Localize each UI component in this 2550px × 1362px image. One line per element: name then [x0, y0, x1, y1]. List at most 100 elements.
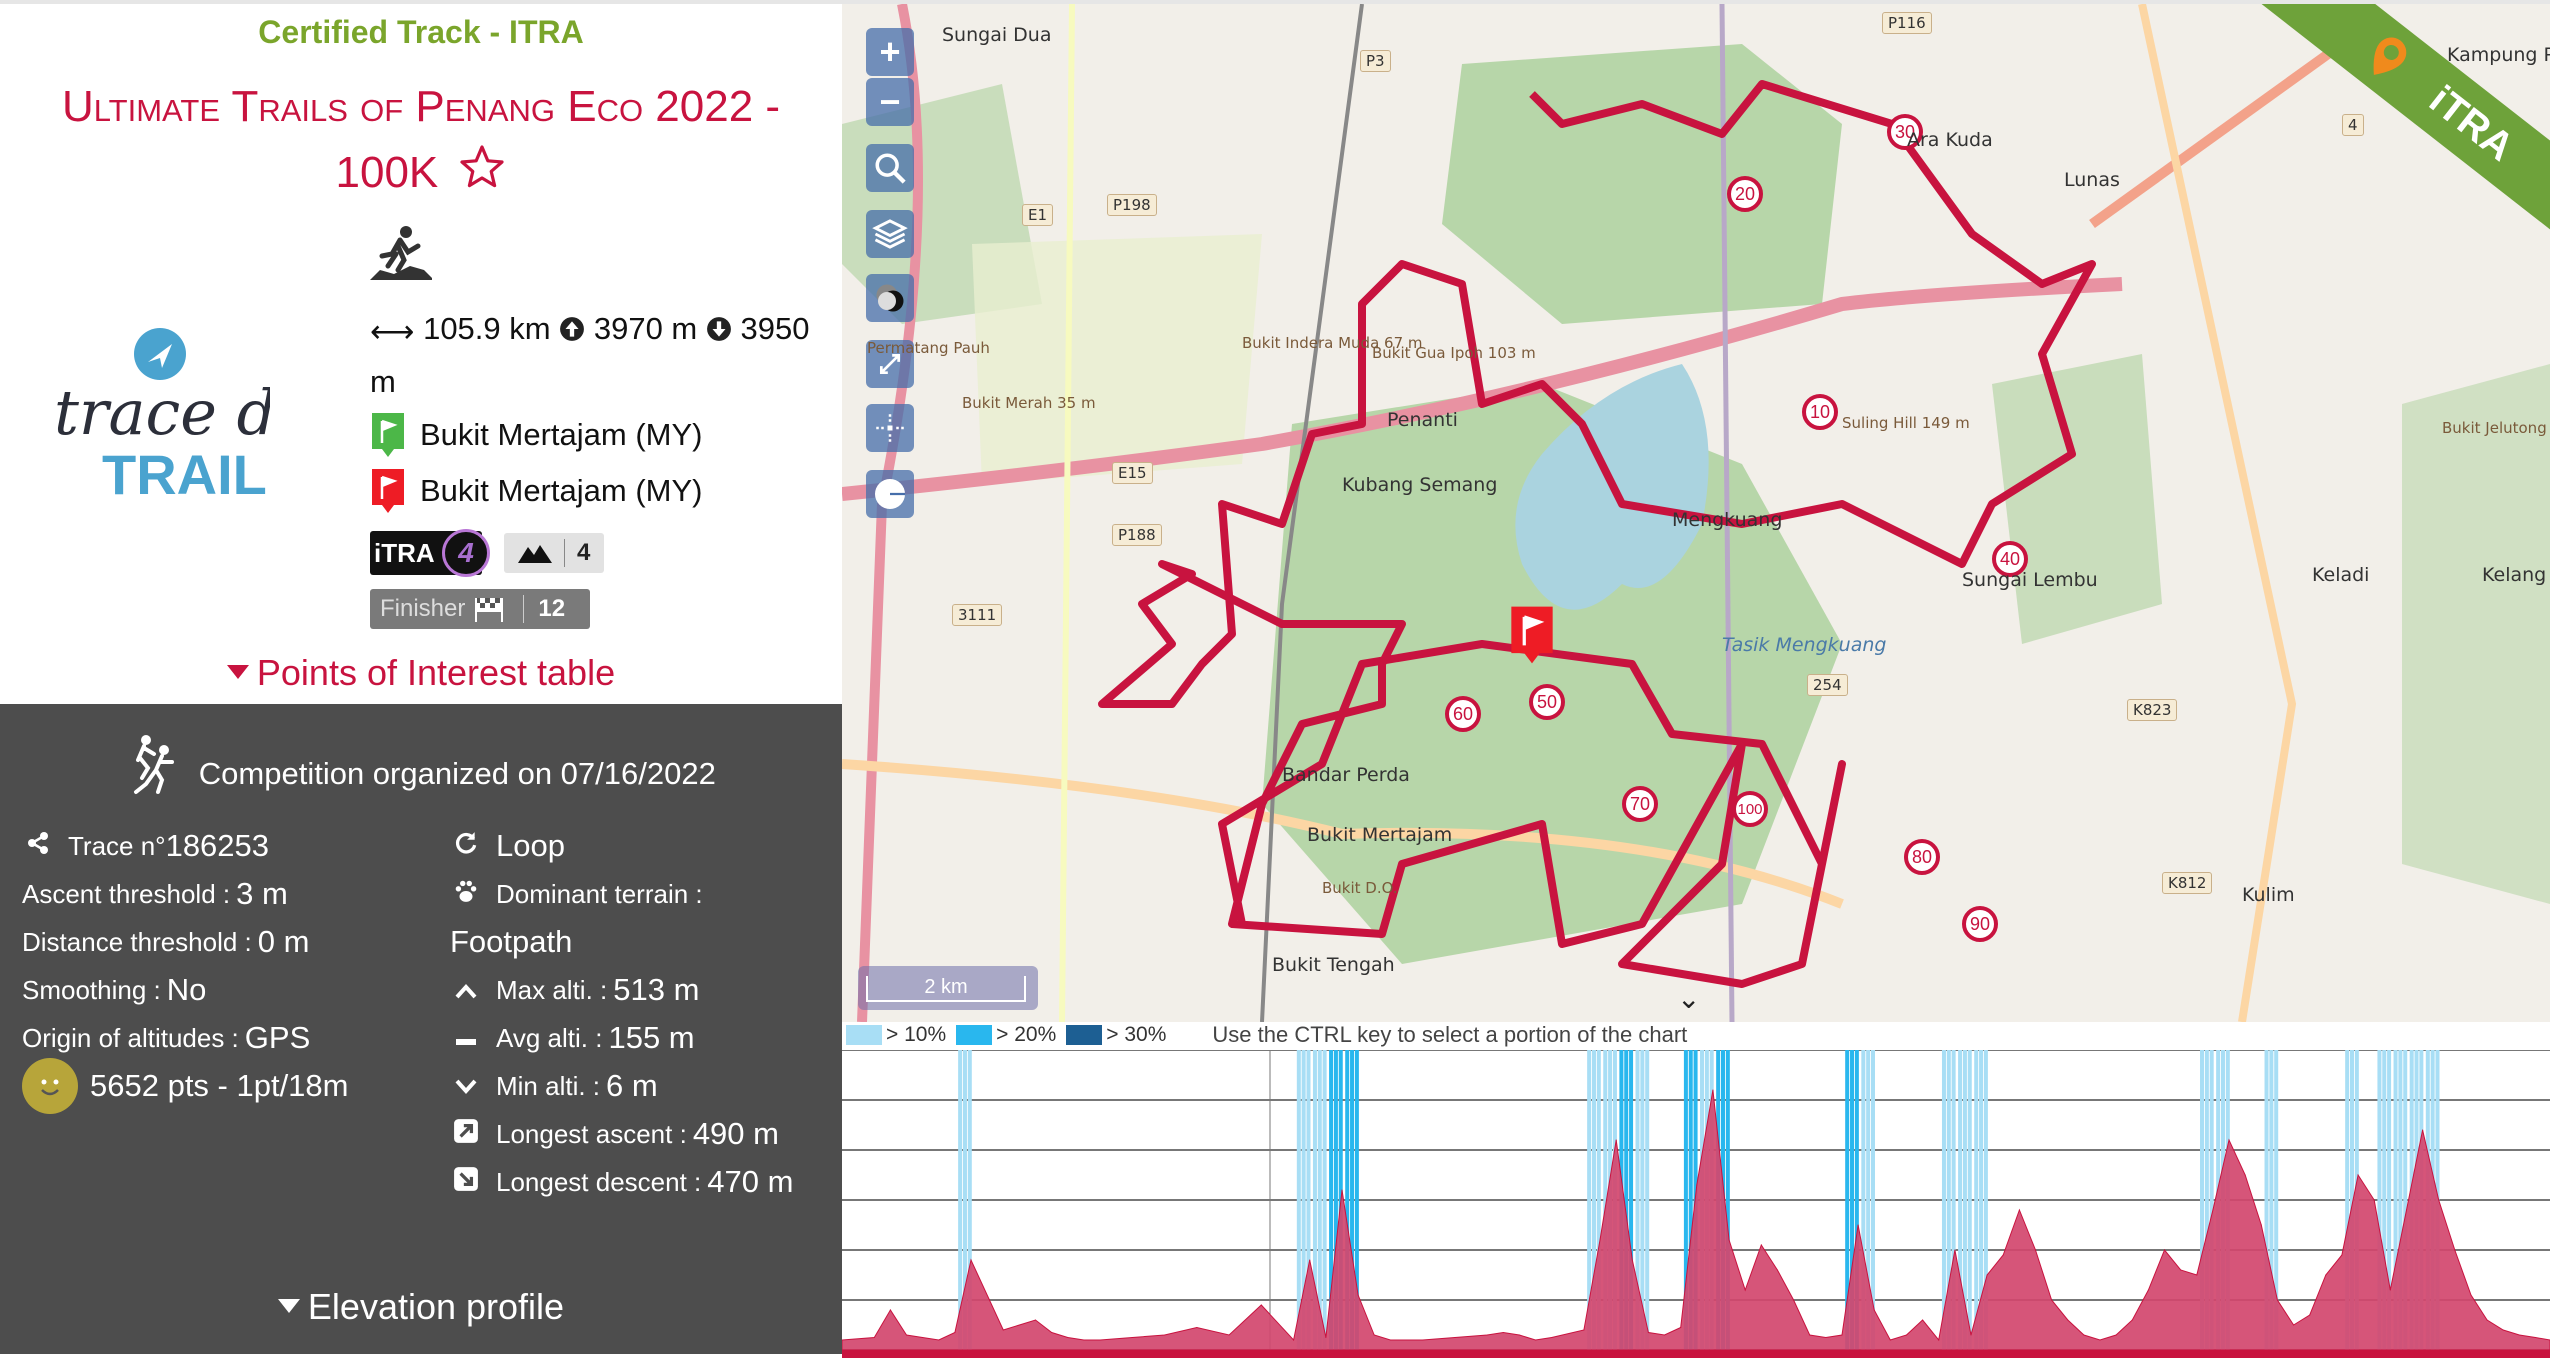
favorite-star-icon[interactable] — [457, 143, 507, 210]
dominant-terrain: Dominant terrain : — [450, 870, 793, 918]
map-place-label: Penanti — [1387, 409, 1458, 431]
elevation-plot[interactable] — [842, 1050, 2550, 1362]
elevation-point — [1744, 1289, 1746, 1291]
km-marker[interactable]: 50 — [1529, 684, 1565, 720]
elevation-point — [1970, 1334, 1972, 1336]
map[interactable]: + − iTRA 2 km ⌄⌄ 102030405060708090100Su… — [842, 4, 2550, 1022]
elevation-point — [1535, 1339, 1537, 1341]
race-summary: ⟷ 105.9 km 3970 m 3950 m Bukit Mertajam … — [370, 224, 830, 629]
smoothing: Smoothing : No — [22, 972, 207, 1007]
legend-swatch-30 — [1066, 1025, 1103, 1045]
map-place-label: Bukit Gua Ipoh 103 m — [1372, 344, 1536, 362]
zoom-out-button[interactable]: − — [866, 78, 914, 126]
elevation-point — [2083, 1334, 2085, 1336]
elevation-point — [954, 1332, 956, 1333]
poi-toggle-label: Points of Interest table — [256, 652, 616, 693]
measure-button[interactable] — [866, 470, 914, 518]
mountain-level-badge[interactable]: 4 — [504, 533, 605, 573]
elevation-point — [873, 1337, 875, 1338]
trail-runner-icon — [370, 224, 830, 284]
road-shield: 3111 — [952, 604, 1003, 626]
point-density: 5652 pts - 1pt/18m — [22, 1058, 349, 1114]
search-button[interactable] — [866, 144, 914, 192]
elevation-point — [1422, 1339, 1424, 1341]
elevation-point — [1051, 1332, 1053, 1333]
map-place-label: Sungai Dua — [942, 24, 1052, 46]
elevation-point — [1647, 1332, 1649, 1333]
map-place-label: Kulim — [2242, 884, 2295, 906]
elevation-point — [1825, 1337, 1827, 1338]
elevation-point — [1599, 1239, 1601, 1241]
km-marker[interactable]: 90 — [1962, 906, 1998, 942]
elevation-point — [1518, 1334, 1520, 1336]
elevation-profile-toggle[interactable]: Elevation profile — [0, 1286, 842, 1328]
elevation-point — [1486, 1334, 1488, 1336]
map-place-label: Tasik Mengkuang — [1722, 634, 1887, 656]
elevation-point — [1373, 1334, 1375, 1336]
chevron-down-icon — [450, 1071, 482, 1102]
elevation-point — [2405, 1209, 2407, 1211]
elevation-point — [2196, 1274, 2198, 1276]
elevation-point — [1793, 1299, 1795, 1301]
layers-button[interactable] — [866, 210, 914, 258]
finisher-label: Finisher — [380, 595, 466, 622]
ascent-value: 3970 m — [593, 311, 698, 346]
trace-number[interactable]: Trace n° 186253 — [22, 822, 349, 870]
collapse-chart-button[interactable]: ⌄⌄ — [1677, 982, 1700, 1022]
elevation-point — [1760, 1244, 1762, 1246]
checkered-flag-icon — [475, 598, 504, 622]
elevation-point — [1325, 1337, 1327, 1338]
finish-place-name: Bukit Mertajam (MY) — [420, 473, 703, 508]
legend-label-30: > 30% — [1106, 1023, 1167, 1046]
itra-points-badge[interactable]: iTRA 4 — [370, 529, 490, 577]
elevation-point — [2002, 1254, 2004, 1256]
elevation-point — [2147, 1289, 2149, 1291]
elevation-point — [2534, 1337, 2536, 1338]
map-place-label: Keladi — [2312, 564, 2370, 586]
min-altitude: Min alti. : 6 m — [450, 1062, 793, 1110]
slope-band — [1974, 1050, 1979, 1350]
share-icon — [22, 831, 54, 862]
elevation-chart[interactable]: > 10% > 20% > 30% Use the CTRL key to se… — [842, 1022, 2550, 1362]
km-marker[interactable]: 60 — [1445, 696, 1481, 732]
km-marker[interactable]: 100 — [1732, 791, 1768, 827]
logo-text-2: TRAIL — [102, 443, 267, 506]
elevation-point — [2325, 1274, 2327, 1276]
elevation-point — [1309, 1259, 1311, 1261]
caret-down-icon — [277, 1299, 300, 1313]
km-marker[interactable]: 80 — [1904, 839, 1940, 875]
elevation-point — [2438, 1199, 2440, 1201]
paw-icon — [450, 878, 482, 911]
badges: iTRA 4 4 — [370, 529, 830, 577]
trace-details-panel: Competition organized on 07/16/2022 Trac… — [0, 704, 842, 1354]
elevation-point — [1809, 1334, 1811, 1336]
trace-de-trail-logo[interactable]: trace de TRAIL — [50, 324, 313, 514]
elevation-point — [1583, 1329, 1585, 1331]
map-place-label: Bandar Perda — [1282, 764, 1410, 786]
elevation-point — [2035, 1249, 2037, 1251]
map-place-label: Lunas — [2064, 169, 2120, 191]
search-icon — [875, 153, 906, 184]
locate-button[interactable] — [866, 404, 914, 452]
km-marker[interactable]: 70 — [1622, 786, 1658, 822]
elevation-point — [906, 1334, 908, 1336]
elevation-point — [2164, 1249, 2166, 1251]
km-marker[interactable]: 10 — [1802, 394, 1838, 430]
start-finish-flag-icon[interactable] — [1506, 604, 1558, 671]
mountain-level: 4 — [577, 539, 591, 566]
finisher-badge[interactable]: Finisher 12 — [370, 589, 590, 629]
relief-toggle-button[interactable] — [866, 274, 914, 322]
elevation-point — [938, 1339, 940, 1341]
title-text: Ultimate Trails of Penang Eco 2022 - 100… — [61, 82, 781, 197]
elevation-point — [1857, 1224, 1859, 1226]
elevation-point — [1776, 1269, 1778, 1271]
distance-elevation-stats: ⟷ 105.9 km 3970 m 3950 m — [370, 304, 830, 407]
elevation-point — [2518, 1334, 2520, 1336]
km-marker[interactable]: 20 — [1727, 176, 1763, 212]
elevation-point — [1615, 1139, 1617, 1141]
points-of-interest-toggle[interactable]: Points of Interest table — [0, 652, 842, 694]
start-place: Bukit Mertajam (MY) — [370, 407, 830, 463]
elevation-point — [922, 1337, 924, 1338]
zoom-in-button[interactable]: + — [866, 28, 914, 76]
elevation-point — [2228, 1139, 2230, 1141]
